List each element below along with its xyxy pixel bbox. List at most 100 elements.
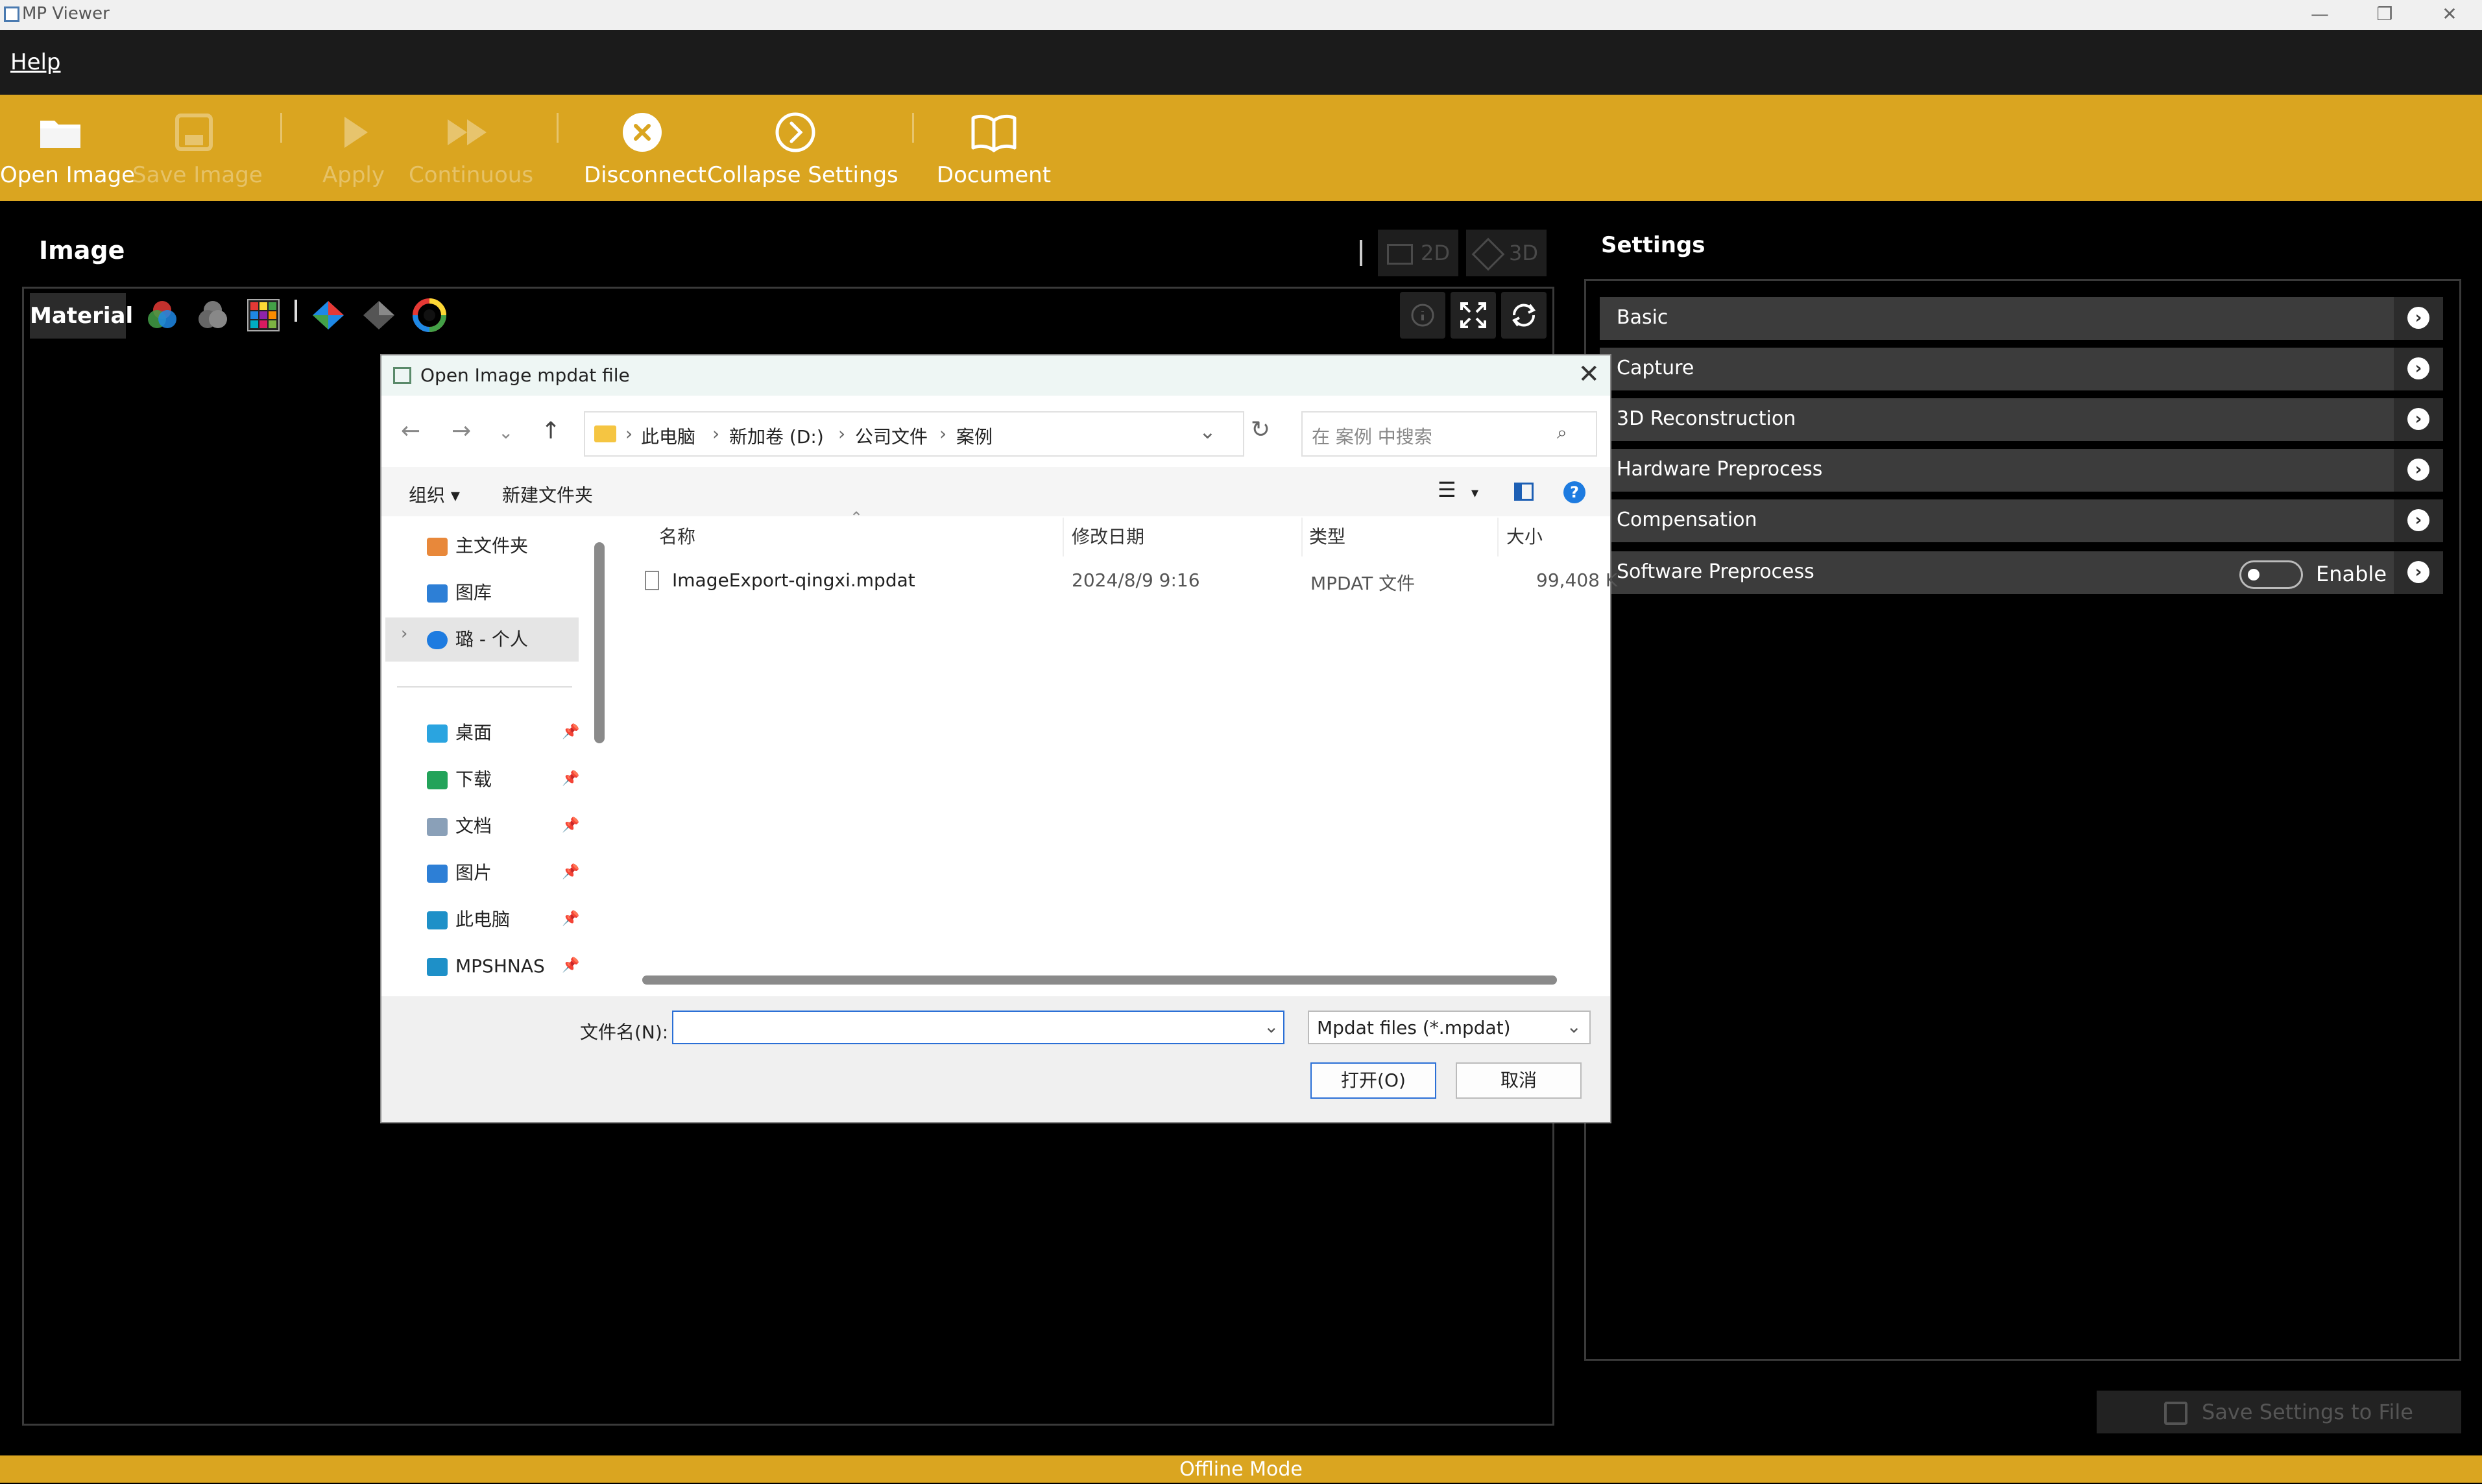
new-folder-button[interactable]: 新建文件夹 bbox=[502, 481, 593, 507]
save-image-button[interactable]: Save Image bbox=[132, 95, 263, 201]
view-dropdown-icon[interactable]: ▾ bbox=[1471, 485, 1478, 501]
expand-button[interactable]: › bbox=[2394, 297, 2443, 340]
view-options-icon[interactable]: ☰ bbox=[1438, 477, 1456, 502]
save-icon bbox=[175, 114, 213, 151]
nav-scrollbar[interactable] bbox=[594, 542, 605, 743]
minimize-button[interactable]: — bbox=[2287, 0, 2352, 30]
search-input[interactable]: 在 案例 中搜索 ⌕ bbox=[1301, 411, 1597, 457]
refresh-icon[interactable]: ↻ bbox=[1251, 416, 1270, 443]
mode-3d-button[interactable]: 3D bbox=[1466, 230, 1547, 276]
rgb-channels-icon[interactable] bbox=[143, 296, 182, 335]
nav-item-gallery[interactable]: 图库 bbox=[427, 572, 492, 614]
color-wheel-icon[interactable] bbox=[410, 296, 449, 335]
column-header-size[interactable]: 大小 bbox=[1506, 523, 1543, 549]
color-grid-icon[interactable] bbox=[244, 296, 283, 335]
document-icon bbox=[427, 818, 448, 836]
nav-item-onedrive[interactable]: 璐 - 个人 bbox=[427, 619, 528, 660]
nav-item-documents[interactable]: 文档 bbox=[427, 806, 492, 847]
expand-button[interactable]: › bbox=[2394, 499, 2443, 542]
breadcrumb-volume-d[interactable]: 新加卷 (D:) bbox=[729, 423, 824, 449]
address-dropdown-icon[interactable]: ⌄ bbox=[1199, 419, 1216, 444]
forward-arrow-icon[interactable]: → bbox=[452, 418, 471, 444]
close-button[interactable]: ✕ bbox=[2417, 0, 2482, 30]
info-button[interactable] bbox=[1400, 292, 1445, 339]
settings-item-hardware-preprocess[interactable]: Hardware Preprocess › bbox=[1600, 449, 2443, 492]
filename-dropdown-icon[interactable]: ⌄ bbox=[1264, 1016, 1279, 1037]
breadcrumb-company-files[interactable]: 公司文件 bbox=[855, 423, 928, 449]
settings-item-basic[interactable]: Basic › bbox=[1600, 297, 2443, 340]
search-placeholder: 在 案例 中搜索 bbox=[1312, 426, 1432, 448]
collapse-settings-label: Collapse Settings bbox=[707, 162, 898, 188]
app-icon bbox=[4, 6, 19, 22]
toolbar-separator bbox=[557, 113, 559, 143]
toolbar-separator bbox=[280, 113, 282, 143]
disconnect-label: Disconnect bbox=[584, 162, 706, 188]
file-name: ImageExport-qingxi.mpdat bbox=[672, 569, 915, 591]
save-settings-button[interactable]: Save Settings to File bbox=[2097, 1391, 2461, 1433]
breadcrumb-cases[interactable]: 案例 bbox=[956, 423, 993, 449]
apply-button[interactable]: Apply bbox=[305, 95, 402, 201]
settings-item-capture[interactable]: Capture › bbox=[1600, 348, 2443, 390]
refresh-button[interactable] bbox=[1501, 292, 1547, 339]
expand-button[interactable]: › bbox=[2394, 348, 2443, 390]
save-settings-label: Save Settings to File bbox=[2202, 1400, 2413, 1424]
back-arrow-icon[interactable]: ← bbox=[401, 418, 420, 444]
download-icon bbox=[427, 771, 448, 789]
folder-icon bbox=[594, 425, 616, 442]
restore-button[interactable]: ❐ bbox=[2352, 0, 2417, 30]
organize-menu[interactable]: 组织 ▾ bbox=[409, 481, 460, 507]
settings-item-3d-reconstruction[interactable]: 3D Reconstruction › bbox=[1600, 398, 2443, 441]
open-button[interactable]: 打开(O) bbox=[1310, 1062, 1436, 1099]
pin-icon: 📌 bbox=[562, 771, 580, 787]
mode-2d-button[interactable]: 2D bbox=[1378, 230, 1458, 276]
image-icon bbox=[1387, 244, 1413, 265]
material-label: Material bbox=[30, 293, 133, 339]
nav-item-home[interactable]: 主文件夹 bbox=[427, 525, 528, 567]
nav-item-mpshnas[interactable]: MPSHNAS bbox=[427, 946, 545, 987]
expand-button[interactable]: › bbox=[2394, 398, 2443, 441]
cancel-button[interactable]: 取消 bbox=[1456, 1062, 1582, 1099]
column-header-name[interactable]: 名称 bbox=[659, 523, 695, 549]
folder-icon bbox=[40, 121, 80, 148]
filename-input[interactable] bbox=[672, 1011, 1284, 1044]
nav-item-downloads[interactable]: 下载 bbox=[427, 759, 492, 800]
software-preprocess-toggle[interactable] bbox=[2239, 560, 2303, 589]
recent-dropdown-icon[interactable]: ⌄ bbox=[498, 422, 513, 443]
expand-chevron-icon[interactable]: › bbox=[401, 624, 407, 643]
fullscreen-button[interactable] bbox=[1451, 292, 1496, 339]
column-header-modified[interactable]: 修改日期 bbox=[1072, 523, 1144, 549]
help-icon[interactable]: ? bbox=[1563, 481, 1585, 503]
pin-icon: 📌 bbox=[562, 911, 580, 927]
gallery-icon bbox=[427, 584, 448, 603]
settings-item-compensation[interactable]: Compensation › bbox=[1600, 499, 2443, 542]
address-bar[interactable]: › 此电脑 › 新加卷 (D:) › 公司文件 › 案例 ⌄ bbox=[584, 411, 1244, 457]
settings-item-label: Software Preprocess bbox=[1617, 560, 1814, 583]
dialog-close-button[interactable]: ✕ bbox=[1578, 359, 1600, 389]
up-arrow-icon[interactable]: ↑ bbox=[541, 418, 560, 444]
expand-button[interactable]: › bbox=[2394, 449, 2443, 492]
gray-surface-icon[interactable] bbox=[359, 296, 398, 335]
dialog-command-bar: 组织 ▾ 新建文件夹 ☰ ▾ ? bbox=[381, 467, 1610, 516]
nav-item-desktop[interactable]: 桌面 bbox=[427, 712, 492, 754]
toggle-knob bbox=[2248, 569, 2259, 580]
expand-icon bbox=[1460, 302, 1486, 328]
disconnect-button[interactable]: Disconnect bbox=[584, 95, 706, 201]
menu-help[interactable]: Help bbox=[10, 49, 61, 75]
column-header-type[interactable]: 类型 bbox=[1309, 523, 1345, 549]
settings-title: Settings bbox=[1601, 232, 1705, 258]
nav-item-this-pc[interactable]: 此电脑 bbox=[427, 899, 510, 940]
color-surface-icon[interactable] bbox=[309, 296, 348, 335]
file-type-filter[interactable]: Mpdat files (*.mpdat) ⌄ bbox=[1308, 1011, 1591, 1044]
breadcrumb-separator: › bbox=[625, 423, 633, 444]
file-list-scrollbar[interactable] bbox=[642, 975, 1557, 985]
dialog-title: Open Image mpdat file bbox=[420, 365, 630, 386]
breadcrumb-this-pc[interactable]: 此电脑 bbox=[641, 423, 695, 449]
nav-item-pictures[interactable]: 图片 bbox=[427, 852, 492, 894]
expand-button[interactable]: › bbox=[2394, 551, 2443, 594]
open-image-button[interactable]: Open Image bbox=[0, 95, 135, 201]
gray-channels-icon[interactable] bbox=[193, 296, 232, 335]
document-button[interactable]: Document bbox=[934, 95, 1054, 201]
collapse-settings-button[interactable]: Collapse Settings bbox=[707, 95, 898, 201]
continuous-button[interactable]: Continuous bbox=[409, 95, 533, 201]
preview-pane-icon[interactable] bbox=[1514, 483, 1534, 501]
